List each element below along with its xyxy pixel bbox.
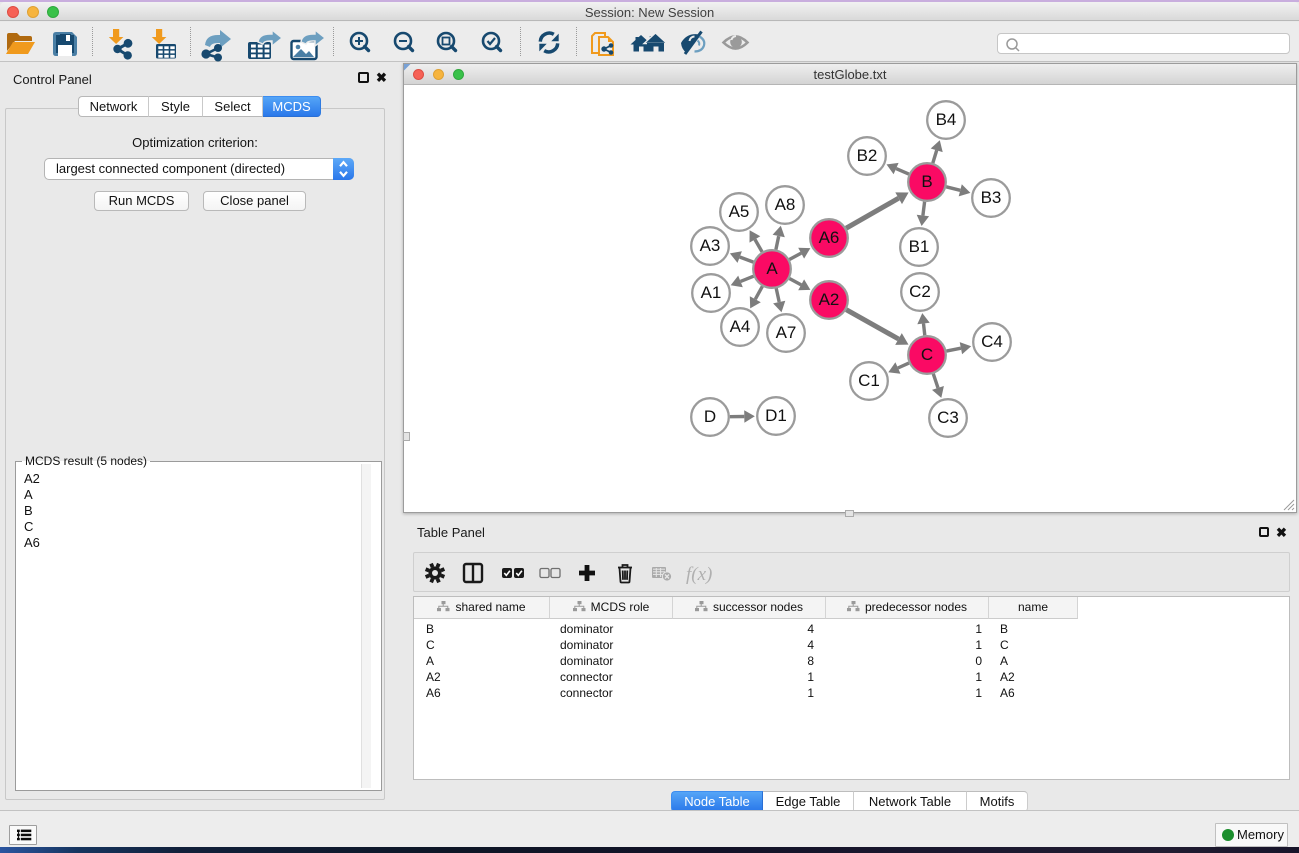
svg-text:C2: C2	[909, 282, 931, 301]
svg-text:B1: B1	[909, 237, 930, 256]
svg-text:A6: A6	[819, 228, 840, 247]
svg-text:f(x): f(x)	[686, 564, 712, 585]
svg-text:A2: A2	[819, 290, 840, 309]
svg-text:B3: B3	[981, 188, 1002, 207]
svg-text:A8: A8	[775, 195, 796, 214]
svg-text:B4: B4	[936, 110, 957, 129]
svg-text:C: C	[921, 345, 933, 364]
svg-text:B2: B2	[857, 146, 878, 165]
svg-text:A3: A3	[700, 236, 721, 255]
svg-text:C1: C1	[858, 371, 880, 390]
svg-text:D: D	[704, 407, 716, 426]
svg-text:A7: A7	[776, 323, 797, 342]
svg-text:B: B	[921, 172, 932, 191]
svg-text:A: A	[766, 259, 778, 278]
svg-text:A5: A5	[729, 202, 750, 221]
svg-text:A1: A1	[701, 283, 722, 302]
svg-text:C4: C4	[981, 332, 1003, 351]
svg-text:A4: A4	[730, 317, 751, 336]
svg-text:D1: D1	[765, 406, 787, 425]
svg-text:C3: C3	[937, 408, 959, 427]
